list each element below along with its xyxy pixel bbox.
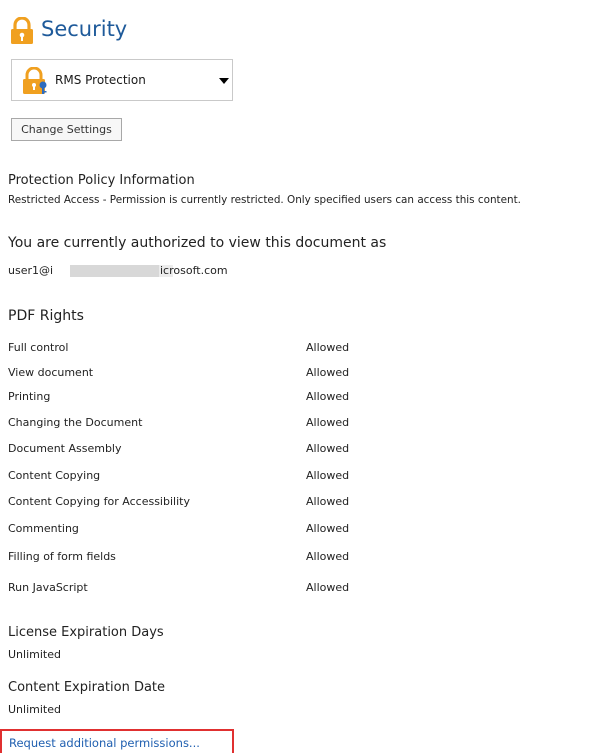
right-status: Allowed bbox=[306, 366, 350, 379]
protection-dropdown[interactable]: RMS Protection bbox=[11, 59, 233, 101]
license-expiration-value: Unlimited bbox=[8, 648, 61, 661]
redaction-block bbox=[70, 265, 159, 277]
padlock-icon bbox=[11, 17, 33, 44]
right-name: Run JavaScript bbox=[8, 581, 88, 594]
policy-description: Restricted Access - Permission is curren… bbox=[8, 194, 521, 206]
authorization-heading: You are currently authorized to view thi… bbox=[8, 235, 387, 251]
right-status: Allowed bbox=[306, 390, 350, 403]
page-title: Security bbox=[41, 17, 128, 41]
right-name: View document bbox=[8, 366, 94, 379]
policy-heading: Protection Policy Information bbox=[8, 173, 195, 188]
padlock-key-icon bbox=[23, 67, 47, 94]
rights-row: Content Copying Allowed bbox=[8, 469, 508, 487]
rights-row: Printing Allowed bbox=[8, 390, 508, 408]
right-name: Changing the Document bbox=[8, 416, 143, 429]
right-name: Content Copying bbox=[8, 469, 101, 482]
request-permissions-link[interactable]: Request additional permissions... bbox=[0, 729, 234, 753]
right-name: Full control bbox=[8, 341, 69, 354]
rights-row: Commenting Allowed bbox=[8, 522, 508, 540]
right-status: Allowed bbox=[306, 495, 350, 508]
user-email-suffix: icrosoft.com bbox=[160, 264, 228, 277]
license-expiration-heading: License Expiration Days bbox=[8, 625, 164, 640]
right-status: Allowed bbox=[306, 341, 350, 354]
dropdown-selected-value: RMS Protection bbox=[55, 73, 146, 87]
right-status: Allowed bbox=[306, 416, 350, 429]
rights-row: Full control Allowed bbox=[8, 341, 508, 359]
right-status: Allowed bbox=[306, 469, 350, 482]
right-name: Document Assembly bbox=[8, 442, 122, 455]
right-name: Printing bbox=[8, 390, 51, 403]
content-expiration-value: Unlimited bbox=[8, 703, 61, 716]
right-name: Filling of form fields bbox=[8, 550, 116, 563]
change-settings-button[interactable]: Change Settings bbox=[11, 118, 122, 141]
rights-row: Changing the Document Allowed bbox=[8, 416, 508, 434]
rights-row: View document Allowed bbox=[8, 366, 508, 384]
right-status: Allowed bbox=[306, 581, 350, 594]
rights-row: Content Copying for Accessibility Allowe… bbox=[8, 495, 508, 513]
pdf-rights-heading: PDF Rights bbox=[8, 308, 84, 324]
right-status: Allowed bbox=[306, 550, 350, 563]
rights-row: Run JavaScript Allowed bbox=[8, 581, 508, 599]
right-name: Commenting bbox=[8, 522, 79, 535]
right-name: Content Copying for Accessibility bbox=[8, 495, 190, 508]
right-status: Allowed bbox=[306, 522, 350, 535]
user-email-prefix: user1@i bbox=[8, 264, 54, 277]
rights-row: Filling of form fields Allowed bbox=[8, 550, 508, 568]
chevron-down-icon[interactable] bbox=[219, 78, 229, 84]
content-expiration-heading: Content Expiration Date bbox=[8, 680, 166, 695]
right-status: Allowed bbox=[306, 442, 350, 455]
rights-row: Document Assembly Allowed bbox=[8, 442, 508, 460]
